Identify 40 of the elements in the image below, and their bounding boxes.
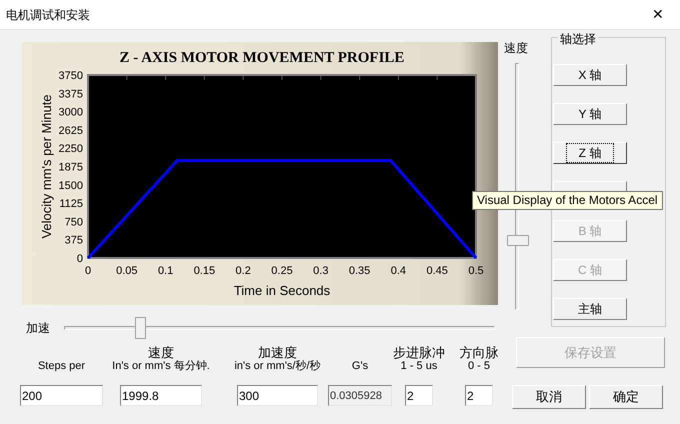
- x-tick-label: 0.4: [390, 265, 406, 277]
- x-tick-label: 0.3: [313, 265, 328, 277]
- y-tick-label: 1875: [58, 162, 83, 174]
- field-caption: Steps per: [38, 360, 86, 373]
- x-axis-label: Time in Seconds: [234, 283, 330, 298]
- x-tick-label: 0.2: [236, 265, 251, 277]
- field-caption: 速度: [148, 346, 174, 360]
- x-tick-label: 0.05: [116, 265, 138, 277]
- y-tick-label: 3000: [58, 106, 83, 119]
- y-tick-label: 2250: [58, 143, 83, 156]
- speed-label: 速度: [504, 40, 528, 57]
- y-tick-label: 0: [76, 253, 83, 265]
- x-tick-label: 0.25: [271, 265, 293, 277]
- y-tick-label: 3750: [58, 70, 83, 82]
- x-tick-label: 0.15: [194, 265, 216, 277]
- y-tick-label: 3375: [58, 88, 83, 100]
- window-title: 电机调试和安装: [5, 6, 90, 24]
- y-tick-label: 375: [64, 234, 83, 247]
- y-tick-label: 2625: [58, 124, 83, 137]
- group-title: 轴选择: [558, 30, 598, 48]
- field-caption: 步进脉冲: [393, 346, 445, 360]
- x-tick-label: 0.1: [158, 265, 174, 277]
- field-caption: 1 - 5 us: [400, 360, 438, 373]
- y-tick-label: 750: [64, 216, 83, 228]
- x-tick-label: 0.5: [468, 265, 484, 277]
- y-tick-label: 1125: [59, 198, 83, 210]
- field-caption: 0 - 5: [468, 360, 490, 373]
- accel-label: 加速: [26, 320, 51, 337]
- field-caption: in's or mm's/秒/秒: [234, 360, 321, 373]
- field-caption: G's: [352, 360, 368, 373]
- field-caption: 加速度: [258, 346, 297, 360]
- y-tick-label: 1500: [58, 180, 83, 192]
- x-tick-label: 0.35: [348, 265, 370, 277]
- x-tick-label: 0: [84, 265, 92, 277]
- y-axis-label: Velocity mm's per Minute: [39, 94, 54, 239]
- tooltip: Visual Display of the Motors Accel: [472, 191, 663, 210]
- field-caption: 方向脉: [460, 346, 498, 360]
- chart-title: Z - AXIS MOTOR MOVEMENT PROFILE: [120, 50, 404, 66]
- x-tick-label: 0.45: [426, 265, 448, 277]
- field-caption: In's or mm's 每分钟.: [112, 360, 210, 373]
